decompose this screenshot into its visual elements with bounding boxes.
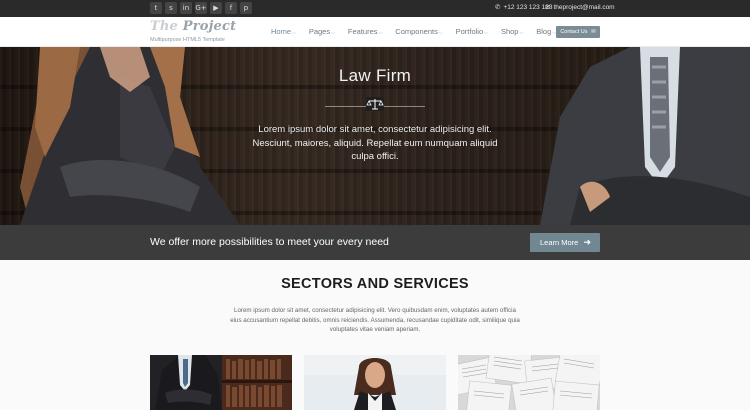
site-tagline: Multipurpose HTML5 Template bbox=[150, 37, 225, 43]
nav-item-features[interactable]: Features⌵ bbox=[348, 27, 382, 36]
logo-project: Project bbox=[182, 19, 237, 34]
hero-description: Lorem ipsum dolor sit amet, consectetur … bbox=[252, 124, 498, 162]
skype-icon[interactable]: s bbox=[165, 2, 177, 14]
learn-more-button[interactable]: Learn More ➜ bbox=[530, 233, 600, 252]
cta-text: We offer more possibilities to meet your… bbox=[150, 236, 389, 248]
nav-item-label: Pages bbox=[308, 27, 331, 36]
pinterest-icon[interactable]: p bbox=[240, 2, 252, 14]
linkedin-icon[interactable]: in bbox=[180, 2, 192, 14]
nav-item-label: Blog bbox=[536, 27, 552, 36]
phone-contact[interactable]: ✆ +12 123 123 123 bbox=[495, 3, 552, 12]
nav-item-label: Shop bbox=[500, 27, 519, 36]
site-header: The Project Multipurpose HTML5 Template … bbox=[0, 17, 750, 47]
chevron-down-icon: ⌵ bbox=[331, 30, 335, 36]
hero-title: Law Firm bbox=[338, 66, 412, 85]
envelope-icon: ✉ bbox=[545, 4, 551, 11]
twitter-icon[interactable]: t bbox=[150, 2, 162, 14]
thumbnail-business-man[interactable] bbox=[150, 355, 292, 410]
nav-item-label: Home bbox=[271, 27, 292, 36]
sectors-section: SECTORS AND SERVICES Lorem ipsum dolor s… bbox=[0, 260, 750, 410]
chevron-down-icon: ⌵ bbox=[378, 30, 383, 36]
chevron-down-icon: ⌵ bbox=[438, 30, 443, 36]
contact-us-button[interactable]: Contact Us ✉ bbox=[556, 26, 600, 38]
top-bar: t s in G+ ▶ f p ✆ +12 123 123 123 ✉ theproject… bbox=[0, 0, 750, 17]
nav-item-label: Portfolio bbox=[455, 27, 484, 36]
hero-banner: Law Firm Lorem ipsum dolor sit amet, con… bbox=[0, 47, 750, 225]
email-address: theproject@mail.com bbox=[553, 3, 615, 11]
nav-item-portfolio[interactable]: Portfolio⌵ bbox=[456, 27, 488, 36]
nav-item-shop[interactable]: Shop⌵ bbox=[501, 27, 523, 36]
section-title: SECTORS AND SERVICES bbox=[281, 276, 469, 292]
chevron-down-icon: ⌵ bbox=[519, 30, 524, 36]
thumbnail-business-woman[interactable] bbox=[304, 355, 446, 410]
learn-more-label: Learn More bbox=[540, 238, 579, 247]
scales-of-justice-icon bbox=[366, 97, 384, 111]
site-logo[interactable]: The Project bbox=[150, 19, 236, 34]
phone-icon: ✆ bbox=[495, 4, 501, 11]
email-contact[interactable]: ✉ theproject@mail.com bbox=[545, 3, 615, 12]
contact-us-label: Contact Us bbox=[560, 29, 588, 35]
social-links: t s in G+ ▶ f p bbox=[150, 2, 252, 14]
facebook-icon[interactable]: f bbox=[225, 2, 237, 14]
thumbnail-documents[interactable] bbox=[458, 355, 600, 410]
nav-item-label: Components bbox=[395, 27, 438, 36]
googleplus-icon[interactable]: G+ bbox=[195, 2, 207, 14]
nav-item-label: Features bbox=[347, 27, 378, 36]
nav-item-home[interactable]: Home⌵ bbox=[271, 27, 296, 36]
cta-band: We offer more possibilities to meet your… bbox=[0, 225, 750, 260]
nav-item-pages[interactable]: Pages⌵ bbox=[309, 27, 335, 36]
envelope-icon: ✉ bbox=[591, 29, 596, 35]
chevron-down-icon: ⌵ bbox=[484, 30, 488, 36]
section-description: Lorem ipsum dolor sit amet, consectetur … bbox=[230, 307, 520, 333]
logo-the: The bbox=[150, 19, 178, 34]
youtube-icon[interactable]: ▶ bbox=[210, 2, 222, 14]
nav-item-components[interactable]: Components⌵ bbox=[395, 27, 442, 36]
nav-item-blog[interactable]: Blog⌵ bbox=[536, 27, 556, 36]
main-nav: Home⌵ Pages⌵ Features⌵ Components⌵ Portfolio… bbox=[271, 27, 569, 36]
arrow-right-icon: ➜ bbox=[583, 237, 591, 247]
chevron-down-icon: ⌵ bbox=[292, 30, 296, 36]
